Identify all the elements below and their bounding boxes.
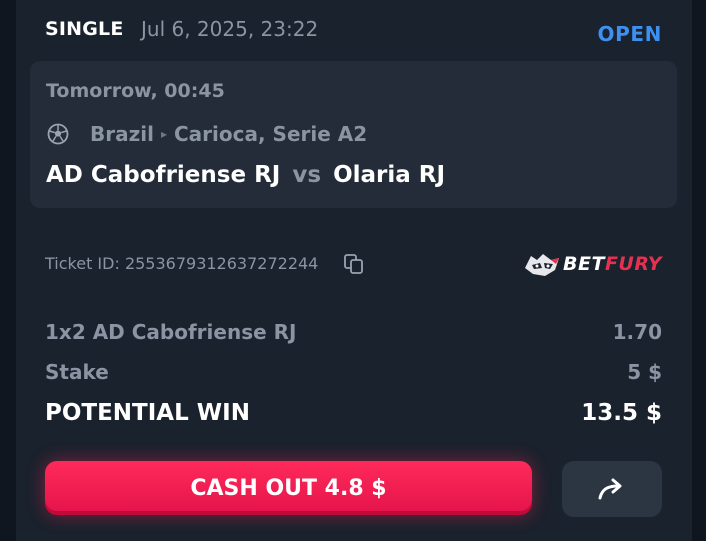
brand-bet: BET — [563, 253, 605, 275]
stake-row: Stake 5 $ — [45, 360, 662, 400]
event-card[interactable]: Tomorrow, 00:45 Brazil ▸ Carioca, Serie … — [30, 61, 677, 208]
copy-icon[interactable] — [343, 253, 365, 275]
home-team: AD Cabofriense RJ — [46, 162, 281, 188]
ticket-id: Ticket ID: 2553679312637272244 — [45, 254, 319, 273]
status-badge: OPEN — [597, 22, 662, 46]
raccoon-logo-icon — [525, 254, 560, 276]
soccer-ball-icon — [46, 122, 70, 146]
chevron-right-icon: ▸ — [160, 127, 167, 141]
potential-win-label: POTENTIAL WIN — [45, 400, 250, 426]
cash-out-button[interactable]: CASH OUT 4.8 $ — [45, 461, 532, 515]
ticket-row: Ticket ID: 2553679312637272244 BETFURY — [45, 250, 662, 280]
share-button[interactable] — [562, 461, 662, 517]
share-arrow-icon — [598, 478, 622, 500]
potential-win-value: 13.5 $ — [581, 400, 662, 426]
vs-label: vs — [292, 162, 322, 188]
stake-value: 5 $ — [627, 360, 662, 384]
bet-type-label: SINGLE — [45, 18, 124, 40]
stake-label: Stake — [45, 360, 109, 384]
selection-label: 1x2 AD Cabofriense RJ — [45, 320, 297, 344]
potential-win-row: POTENTIAL WIN 13.5 $ — [45, 400, 662, 440]
league-breadcrumb: Brazil ▸ Carioca, Serie A2 — [46, 121, 367, 147]
away-team: Olaria RJ — [333, 162, 446, 188]
event-time: Tomorrow, 00:45 — [46, 80, 225, 102]
brand-fury: FURY — [604, 253, 662, 275]
bet-header: SINGLE Jul 6, 2025, 23:22 OPEN — [45, 16, 662, 46]
selection-odds: 1.70 — [612, 320, 662, 344]
match-teams: AD Cabofriense RJ vs Olaria RJ — [46, 162, 445, 188]
betfury-logo: BETFURY — [523, 250, 662, 278]
selection-row: 1x2 AD Cabofriense RJ 1.70 — [45, 320, 662, 360]
league-label: Carioca, Serie A2 — [174, 122, 368, 146]
bet-date: Jul 6, 2025, 23:22 — [141, 17, 319, 41]
bet-summary: 1x2 AD Cabofriense RJ 1.70 Stake 5 $ POT… — [45, 320, 662, 440]
country-label: Brazil — [90, 122, 154, 146]
bet-card: SINGLE Jul 6, 2025, 23:22 OPEN Tomorrow,… — [16, 0, 692, 541]
